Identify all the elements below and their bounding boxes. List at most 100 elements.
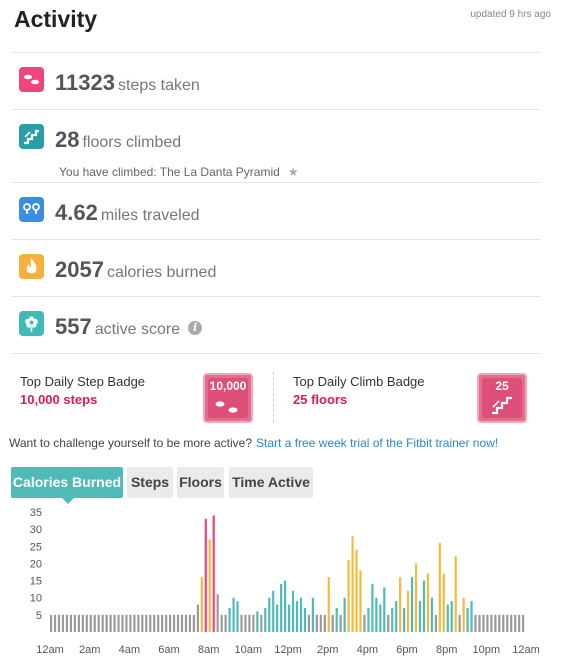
chart-bar[interactable] [53, 614, 57, 632]
chart-bar[interactable] [367, 608, 370, 632]
chart-bar[interactable] [121, 614, 124, 632]
chart-bar[interactable] [506, 614, 509, 632]
chart-bar[interactable] [442, 573, 445, 632]
chart-bar[interactable] [339, 614, 342, 632]
chart-bar[interactable] [522, 614, 525, 632]
chart-bar[interactable] [454, 556, 457, 632]
chart-bar[interactable] [311, 597, 314, 632]
chart-bar[interactable] [204, 518, 207, 632]
chart-bar[interactable] [85, 614, 88, 632]
chart-bar[interactable] [399, 577, 402, 632]
chart-bar[interactable] [109, 614, 112, 632]
chart-bar[interactable] [73, 614, 76, 632]
chart-bar[interactable] [375, 597, 378, 632]
chart-bar[interactable] [180, 614, 184, 632]
chart-bar[interactable] [137, 614, 140, 632]
chart-bar[interactable] [482, 614, 485, 632]
chart-bar[interactable] [149, 614, 152, 632]
chart-bar[interactable] [256, 611, 259, 632]
chart-bar[interactable] [490, 614, 493, 632]
chart-bar[interactable] [299, 597, 303, 632]
chart-bar[interactable] [172, 614, 176, 632]
chart-bar[interactable] [153, 614, 156, 632]
chart-bar[interactable] [363, 614, 366, 632]
chart-bar[interactable] [323, 614, 326, 632]
chart-bar[interactable] [391, 608, 394, 632]
chart-bar[interactable] [280, 584, 283, 632]
chart-bar[interactable] [434, 614, 437, 632]
chart-bar[interactable] [446, 604, 449, 632]
chart-bar[interactable] [315, 614, 318, 632]
trainer-trial-link[interactable]: Start a free week trial of the Fitbit tr… [256, 436, 498, 450]
chart-bar[interactable] [395, 601, 398, 632]
chart-bar[interactable] [161, 614, 164, 632]
chart-bar[interactable] [133, 614, 136, 632]
chart-bar[interactable] [69, 614, 73, 632]
chart-bar[interactable] [264, 608, 267, 632]
chart-bar[interactable] [208, 539, 211, 632]
chart-bar[interactable] [383, 587, 386, 632]
chart-bar[interactable] [61, 614, 65, 632]
chart-bar[interactable] [240, 614, 243, 632]
chart-bar[interactable] [403, 608, 406, 632]
chart-bar[interactable] [474, 614, 477, 632]
chart-bar[interactable] [510, 614, 513, 632]
chart-bar[interactable] [252, 614, 255, 632]
chart-bar[interactable] [101, 614, 104, 632]
climb-badge-image[interactable]: 25 [477, 373, 527, 423]
chart-bar[interactable] [518, 614, 521, 632]
chart-bar[interactable] [418, 601, 422, 632]
chart-bar[interactable] [244, 614, 247, 632]
chart-bar[interactable] [379, 604, 382, 632]
chart-bar[interactable] [165, 614, 168, 632]
chart-bar[interactable] [117, 614, 120, 632]
chart-bar[interactable] [359, 570, 362, 632]
chart-bar[interactable] [327, 577, 330, 632]
chart-bar[interactable] [228, 608, 231, 632]
step-badge-image[interactable]: 10,000 [203, 373, 253, 423]
chart-bar[interactable] [331, 614, 334, 632]
chart-bar[interactable] [303, 608, 307, 632]
chart-bar[interactable] [93, 614, 96, 632]
chart-bar[interactable] [514, 614, 517, 632]
info-icon[interactable]: i [188, 321, 203, 335]
chart-bar[interactable] [224, 614, 227, 632]
chart-bar[interactable] [502, 614, 505, 632]
chart-bar[interactable] [458, 614, 461, 632]
chart-bar[interactable] [450, 601, 453, 632]
chart-bar[interactable] [414, 563, 418, 632]
chart-bar[interactable] [494, 614, 497, 632]
chart-bar[interactable] [284, 580, 287, 632]
chart-bar[interactable] [355, 549, 358, 632]
chart-bar[interactable] [347, 560, 350, 632]
chart-bar[interactable] [129, 614, 132, 632]
chart-bar[interactable] [430, 597, 433, 632]
chart-bar[interactable] [276, 604, 279, 632]
chart-bar[interactable] [113, 614, 116, 632]
chart-bar[interactable] [498, 614, 501, 632]
chart-bar[interactable] [410, 577, 414, 632]
chart-bar[interactable] [260, 614, 263, 632]
chart-bar[interactable] [236, 601, 239, 632]
chart-bar[interactable] [387, 614, 390, 632]
chart-bar[interactable] [232, 597, 235, 632]
chart-bar[interactable] [486, 614, 489, 632]
chart-bar[interactable] [200, 577, 203, 632]
chart-bar[interactable] [196, 604, 199, 632]
chart-bar[interactable] [125, 614, 128, 632]
chart-bar[interactable] [407, 590, 410, 632]
chart-bar[interactable] [307, 614, 311, 632]
chart-bar[interactable] [220, 614, 223, 632]
chart-bar[interactable] [145, 614, 148, 632]
chart-bar[interactable] [351, 536, 354, 632]
chart-bar[interactable] [426, 573, 430, 632]
chart-bar[interactable] [248, 614, 251, 632]
chart-bar[interactable] [192, 614, 195, 632]
chart-bar[interactable] [105, 614, 108, 632]
chart-bar[interactable] [462, 597, 465, 632]
star-icon[interactable]: ★ [288, 165, 299, 179]
chart-bar[interactable] [65, 614, 69, 632]
chart-bar[interactable] [216, 594, 219, 632]
chart-bar[interactable] [176, 614, 180, 632]
chart-bar[interactable] [438, 542, 441, 632]
